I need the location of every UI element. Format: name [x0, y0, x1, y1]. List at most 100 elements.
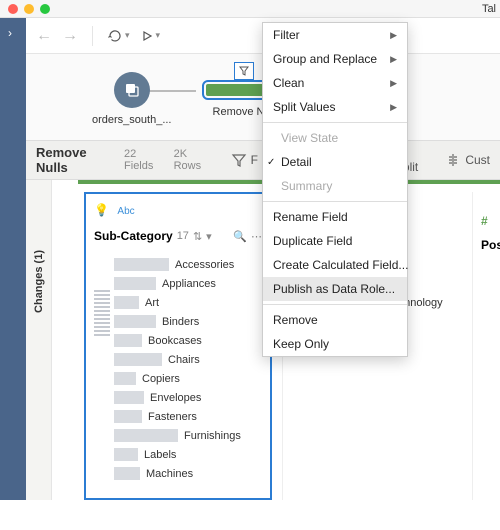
refresh-icon	[107, 28, 123, 44]
menu-summary: Summary	[263, 174, 407, 198]
histogram-bar	[114, 334, 142, 347]
value-histogram: Accessories AppliancesArtBinders Bookcases…	[114, 255, 262, 483]
more-options-icon[interactable]: ⋯	[251, 230, 262, 243]
menu-group-replace[interactable]: Group and Replace▶	[263, 47, 407, 71]
histogram-row[interactable]: Furnishings	[114, 426, 262, 445]
expand-rail-icon[interactable]: ›	[0, 18, 26, 40]
histogram-bar	[114, 277, 156, 290]
histogram-label: Fasteners	[148, 411, 197, 423]
changes-tab-label: Changes (1)	[33, 250, 45, 313]
context-menu: Filter▶ Group and Replace▶ Clean▶ Split …	[262, 22, 408, 357]
filter-icon	[234, 62, 254, 80]
left-rail: ›	[0, 18, 26, 500]
sort-icon[interactable]: ⇅	[193, 230, 202, 243]
close-window-dot[interactable]	[8, 4, 18, 14]
menu-separator	[263, 201, 407, 202]
histogram-label: Chairs	[168, 354, 200, 366]
histogram-bar	[114, 391, 144, 404]
histogram-row[interactable]: Chairs	[114, 350, 262, 369]
histogram-label: Machines	[146, 468, 193, 480]
histogram-row[interactable]: Appliances	[114, 274, 262, 293]
histogram-bar	[114, 448, 138, 461]
minimize-window-dot[interactable]	[24, 4, 34, 14]
menu-publish-data-role[interactable]: Publish as Data Role...	[263, 277, 407, 301]
forward-icon[interactable]: →	[62, 27, 78, 45]
split-icon	[445, 152, 461, 168]
mini-histogram	[94, 290, 110, 338]
search-icon[interactable]: 🔍	[233, 230, 247, 243]
changes-tab[interactable]: Changes (1)	[26, 180, 52, 500]
rows-count: 2K Rows	[174, 148, 215, 172]
numeric-row[interactable]: 50,0	[473, 386, 500, 434]
titlebar-right-text: Tal	[482, 3, 496, 15]
histogram-label: Accessories	[175, 259, 234, 271]
histogram-row[interactable]: Art	[114, 293, 262, 312]
refresh-button[interactable]: ▾	[107, 28, 130, 44]
histogram-bar	[114, 315, 156, 328]
histogram-row[interactable]: Machines	[114, 464, 262, 483]
histogram-label: Art	[145, 297, 159, 309]
menu-split-values[interactable]: Split Values▶	[263, 95, 407, 119]
menu-filter[interactable]: Filter▶	[263, 23, 407, 47]
histogram-bar	[114, 296, 139, 309]
histogram-row[interactable]: Copiers	[114, 369, 262, 388]
menu-view-state: View State	[263, 126, 407, 150]
numeric-type-icon: #	[481, 214, 488, 228]
menu-clean[interactable]: Clean▶	[263, 71, 407, 95]
step-title: Remove Nulls	[36, 145, 116, 175]
field-menu-dropdown-icon[interactable]: ▾	[206, 230, 212, 243]
filter-values-button[interactable]: F	[231, 152, 258, 168]
histogram-row[interactable]: Accessories	[114, 255, 262, 274]
custom-split-button[interactable]: Cust	[445, 152, 490, 168]
histogram-row[interactable]: Labels	[114, 445, 262, 464]
histogram-row[interactable]: Bookcases	[114, 331, 262, 350]
window-titlebar: Tal	[0, 0, 500, 18]
numeric-histogram: 20,040,050,060,080,0	[473, 290, 500, 530]
histogram-bar	[114, 353, 162, 366]
histogram-label: Furnishings	[184, 430, 241, 442]
histogram-label: Binders	[162, 316, 199, 328]
input-node-circle	[114, 72, 150, 108]
run-flow-button[interactable]: ▾	[140, 29, 161, 43]
field-value-count: 17	[177, 230, 189, 242]
numeric-row[interactable]: 60,0	[473, 434, 500, 482]
input-node-label: orders_south_...	[92, 114, 172, 126]
datasource-icon	[123, 81, 141, 99]
menu-keep-only[interactable]: Keep Only	[263, 332, 407, 356]
field-type-label[interactable]: Abc	[117, 206, 134, 217]
numeric-row[interactable]: 40,0	[473, 338, 500, 386]
histogram-bar	[114, 467, 140, 480]
menu-create-calculated-field[interactable]: Create Calculated Field...	[263, 253, 407, 277]
histogram-label: Copiers	[142, 373, 180, 385]
histogram-row[interactable]: Envelopes	[114, 388, 262, 407]
play-icon	[140, 29, 154, 43]
menu-separator	[263, 122, 407, 123]
histogram-label: Appliances	[162, 278, 216, 290]
histogram-bar	[114, 258, 169, 271]
menu-remove[interactable]: Remove	[263, 308, 407, 332]
zoom-window-dot[interactable]	[40, 4, 50, 14]
histogram-row[interactable]: Fasteners	[114, 407, 262, 426]
field-card-numeric[interactable]: # Post 20,040,050,060,080,0	[472, 192, 500, 500]
histogram-bar	[114, 410, 142, 423]
numeric-row[interactable]: 20,0	[473, 290, 500, 338]
flow-node-input[interactable]: orders_south_...	[92, 72, 172, 126]
menu-rename-field[interactable]: Rename Field	[263, 205, 407, 229]
menu-separator	[263, 304, 407, 305]
menu-detail[interactable]: Detail	[263, 150, 407, 174]
numeric-row[interactable]: 80,0	[473, 482, 500, 530]
field-name[interactable]: Sub-Category	[94, 229, 173, 243]
back-icon[interactable]: ←	[36, 27, 52, 45]
funnel-icon	[231, 152, 247, 168]
histogram-label: Envelopes	[150, 392, 201, 404]
histogram-label: Labels	[144, 449, 176, 461]
menu-duplicate-field[interactable]: Duplicate Field	[263, 229, 407, 253]
histogram-bar	[114, 429, 178, 442]
recommendations-icon[interactable]: 💡	[94, 203, 109, 217]
field-card-subcategory[interactable]: 💡 Abc Sub-Category 17 ⇅ ▾ 🔍 ⋯ Accessorie…	[84, 192, 272, 500]
histogram-label: Bookcases	[148, 335, 202, 347]
histogram-bar	[114, 372, 136, 385]
fields-count: 22 Fields	[124, 148, 166, 172]
histogram-row[interactable]: Binders	[114, 312, 262, 331]
field-name-3: Post	[473, 234, 500, 260]
